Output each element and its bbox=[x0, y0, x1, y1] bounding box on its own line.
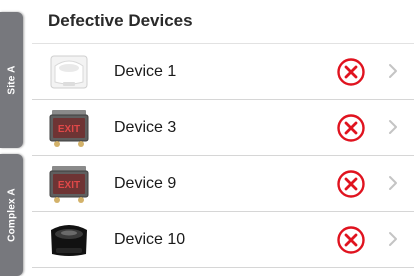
side-tab-label: Site A bbox=[6, 65, 17, 95]
page-title: Defective Devices bbox=[48, 11, 193, 30]
device-row-3[interactable]: EXIT Device 3 bbox=[32, 100, 414, 156]
device-row-1[interactable]: Device 1 bbox=[32, 44, 414, 100]
list-header: Defective Devices bbox=[32, 0, 414, 44]
exit-sign-fixture-thumbnail: EXIT bbox=[49, 110, 89, 147]
side-tab-complex-a[interactable]: Complex A bbox=[0, 154, 23, 276]
side-tab-site-a[interactable]: Site A bbox=[0, 12, 23, 148]
device-name: Device 1 bbox=[114, 63, 177, 80]
exit-sign-fixture-thumbnail: EXIT bbox=[49, 166, 89, 203]
device-name: Device 9 bbox=[114, 175, 177, 192]
device-name: Device 10 bbox=[114, 231, 186, 248]
svg-text:EXIT: EXIT bbox=[58, 180, 80, 191]
error-x-circle-icon bbox=[337, 58, 365, 86]
device-row-9[interactable]: EXIT Device 9 bbox=[32, 156, 414, 212]
chevron-right-icon bbox=[389, 176, 397, 190]
chevron-right-icon bbox=[389, 64, 397, 78]
chevron-right-icon bbox=[389, 232, 397, 246]
device-row-10[interactable]: Device 10 bbox=[32, 212, 414, 268]
chevron-right-icon bbox=[389, 120, 397, 134]
white-fixture-thumbnail bbox=[50, 55, 88, 89]
device-list: Device 1 EXIT Device 3 EXIT Device 9 Dev… bbox=[32, 44, 414, 268]
side-tab-label: Complex A bbox=[6, 188, 17, 242]
device-name: Device 3 bbox=[114, 119, 177, 136]
error-x-circle-icon bbox=[337, 226, 365, 254]
error-x-circle-icon bbox=[337, 170, 365, 198]
black-fixture-thumbnail bbox=[51, 225, 87, 256]
svg-text:EXIT: EXIT bbox=[58, 124, 80, 135]
error-x-circle-icon bbox=[337, 114, 365, 142]
